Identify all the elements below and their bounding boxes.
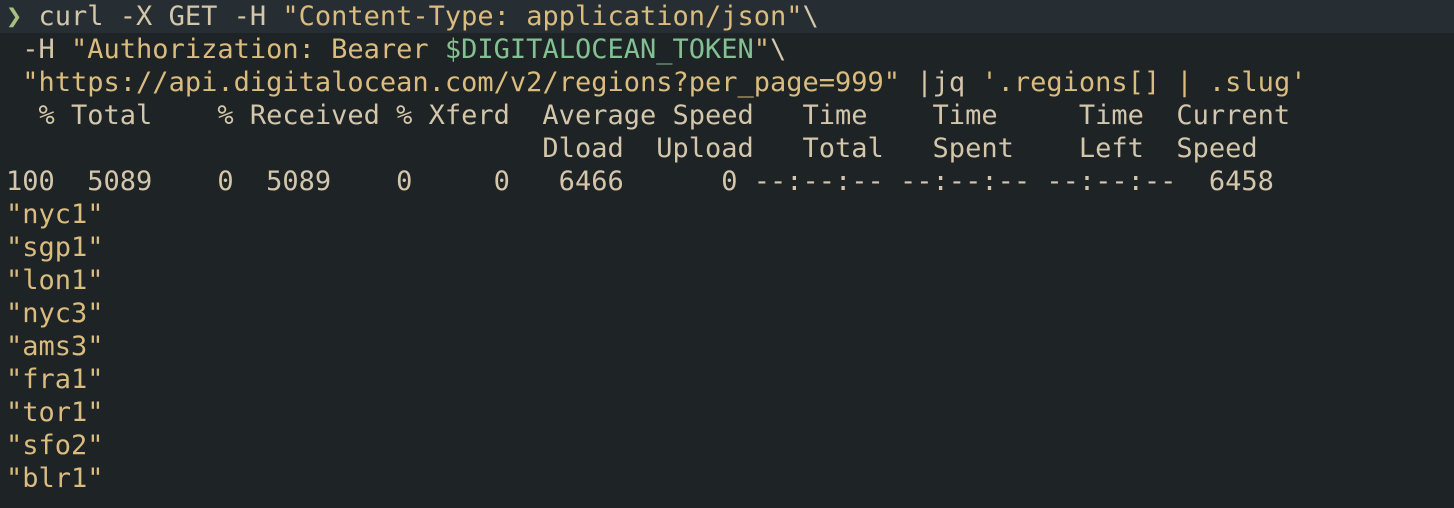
progress-header-1: % Total % Received % Xferd Average Speed… (6, 100, 1291, 131)
output-line: "sgp1" (6, 232, 104, 263)
output-list: "nyc1" "sgp1" "lon1" "nyc3" "ams3" "fra1… (6, 198, 1454, 495)
terminal-window[interactable]: ❯ curl -X GET -H "Content-Type: applicat… (0, 0, 1454, 508)
command-pipe-jq: |jq (900, 67, 982, 98)
command-auth-string-end: " (753, 34, 771, 65)
prompt-icon: ❯ (6, 1, 23, 32)
command-curl: curl -X GET -H (22, 1, 283, 32)
command-block: ❯ curl -X GET -H "Content-Type: applicat… (0, 0, 1454, 33)
command-header-content-type: "Content-Type: application/json" (282, 1, 803, 32)
command-url: "https://api.digitalocean.com/v2/regions… (22, 67, 901, 98)
command-indent (6, 67, 22, 98)
output-line: "nyc1" (6, 199, 104, 230)
output-line: "lon1" (6, 265, 104, 296)
progress-row: 100 5089 0 5089 0 0 6466 0 --:--:-- --:-… (6, 166, 1274, 197)
command-line-2: -H "Authorization: Bearer $DIGITALOCEAN_… (6, 33, 1454, 66)
output-line: "tor1" (6, 397, 104, 428)
command-jq-filter: '.regions[] | .slug' (981, 67, 1307, 98)
command-token-variable: $DIGITALOCEAN_TOKEN (444, 34, 754, 65)
command-line-3: "https://api.digitalocean.com/v2/regions… (6, 66, 1454, 99)
output-line: "blr1" (6, 463, 104, 494)
progress-header-2: Dload Upload Total Spent Left Speed (6, 133, 1258, 164)
command-auth-string: "Authorization: Bearer (71, 34, 445, 65)
command-flag-h: -H (6, 34, 72, 65)
command-line-1: ❯ curl -X GET -H "Content-Type: applicat… (6, 0, 1454, 33)
output-line: "fra1" (6, 364, 104, 395)
output-line: "sfo2" (6, 430, 104, 461)
output-line: "ams3" (6, 331, 104, 362)
command-continuation: \ (802, 1, 819, 32)
output-line: "nyc3" (6, 298, 104, 329)
command-continuation: \ (770, 34, 787, 65)
